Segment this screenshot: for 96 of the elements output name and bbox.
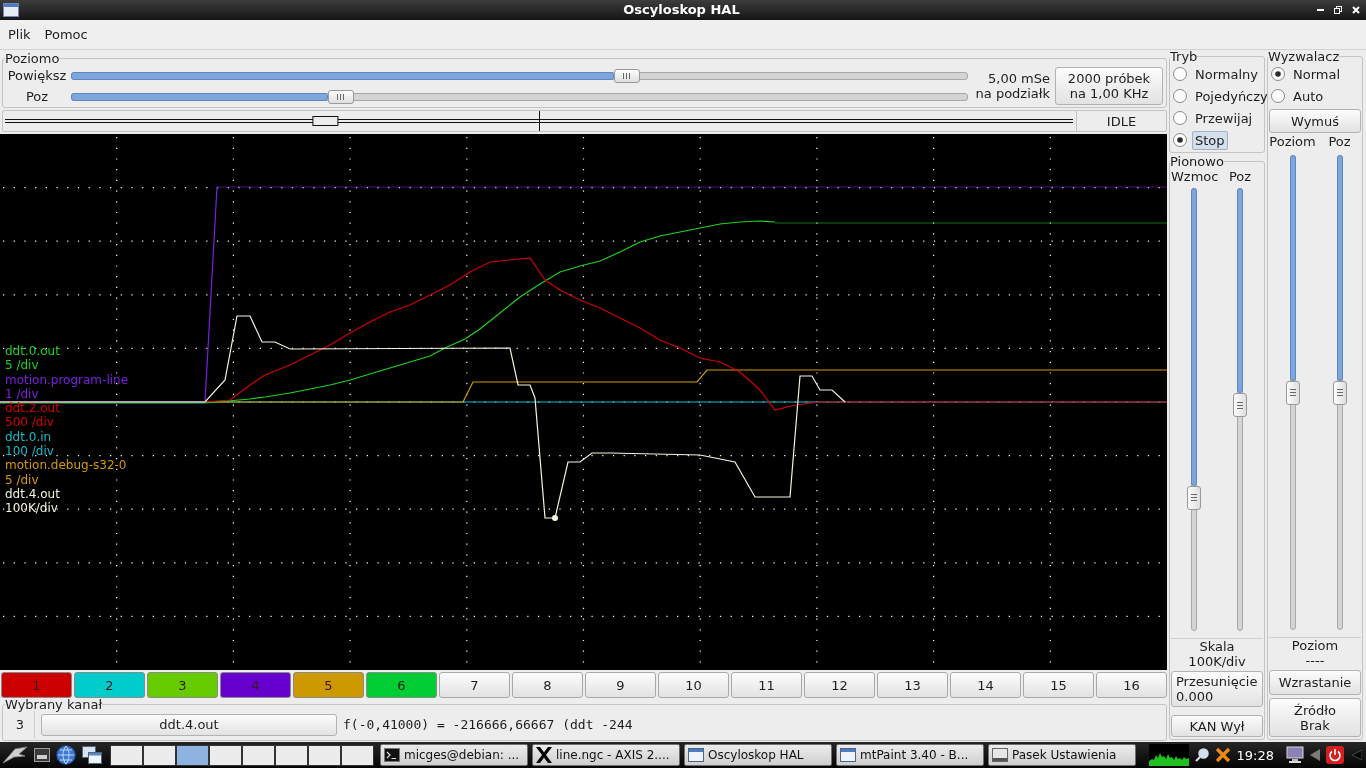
group-title: Tryb xyxy=(1170,50,1198,63)
radio-label[interactable]: Normal xyxy=(1290,64,1344,84)
radio-label[interactable]: Pojedyńczy xyxy=(1192,86,1271,106)
search-icon[interactable] xyxy=(1194,748,1209,762)
channel-off-button[interactable]: KAN Wył xyxy=(1171,715,1263,737)
power-icon[interactable] xyxy=(1326,746,1344,764)
status-label: IDLE xyxy=(1076,111,1166,131)
workspace-button[interactable] xyxy=(143,744,176,766)
level-label: Poziom xyxy=(1290,638,1340,653)
workspace-button[interactable] xyxy=(176,744,209,766)
desktop-icon[interactable] xyxy=(34,748,50,762)
clock-label: 19:28 xyxy=(1236,747,1274,763)
channel-button[interactable]: 2 xyxy=(74,672,145,698)
slider-label: Poziom xyxy=(1269,133,1316,149)
channel-button[interactable]: 6 xyxy=(366,672,437,698)
slider-label: Poz xyxy=(1227,168,1253,184)
cross-icon[interactable] xyxy=(1214,747,1231,763)
radio-label[interactable]: Normalny xyxy=(1192,64,1261,84)
window-icon xyxy=(688,748,704,762)
menu-item[interactable]: Pomoc xyxy=(37,27,95,42)
scale-label: na podziałk xyxy=(975,86,1050,101)
channel-button[interactable]: 14 xyxy=(950,672,1021,698)
radio-button[interactable] xyxy=(1173,89,1187,103)
force-button[interactable]: Wymuś xyxy=(1269,109,1361,133)
slider-handle[interactable] xyxy=(1285,380,1300,405)
channel-button[interactable]: 10 xyxy=(658,672,729,698)
channel-button[interactable]: 9 xyxy=(585,672,656,698)
workspace-button[interactable] xyxy=(341,744,374,766)
source-button[interactable]: Źródło Brak xyxy=(1269,698,1361,737)
menu-item[interactable]: Plik xyxy=(1,27,38,42)
channel-button[interactable]: 16 xyxy=(1096,672,1167,698)
slider-handle[interactable] xyxy=(327,89,354,104)
group-title: Wyzwalacz xyxy=(1268,50,1340,63)
workspace-button[interactable] xyxy=(209,744,242,766)
radio-button[interactable] xyxy=(1271,67,1285,81)
slider-handle[interactable] xyxy=(1233,393,1247,418)
radio-label[interactable]: Przewijaj xyxy=(1192,108,1256,128)
monitor-icon[interactable] xyxy=(1286,746,1304,764)
slider-handle[interactable] xyxy=(1332,380,1347,405)
channel-name-button[interactable]: ddt.4.out xyxy=(41,713,337,736)
radio-button[interactable] xyxy=(1173,133,1187,147)
workspace-button[interactable] xyxy=(275,744,308,766)
task-button[interactable]: line.ngc - AXIS 2.... xyxy=(532,744,680,766)
cpu-usage-graph xyxy=(1148,744,1189,766)
task-button[interactable]: Oscyloskop HAL xyxy=(684,744,832,766)
offset-button[interactable]: Przesunięcie 0.000 xyxy=(1171,671,1263,707)
samples-button[interactable]: 2000 próbek na 1,00 KHz xyxy=(1055,67,1163,105)
slider-label: Poz xyxy=(24,89,50,104)
workspace-button[interactable] xyxy=(308,744,341,766)
channel-button[interactable]: 8 xyxy=(512,672,583,698)
task-button[interactable]: mtPaint 3.40 - B... xyxy=(836,744,984,766)
edge-button[interactable]: Wzrastanie xyxy=(1269,670,1361,695)
slider-handle[interactable] xyxy=(613,68,640,83)
value-readout: f(-0,41000) = -216666,66667 (ddt -244 xyxy=(343,717,633,732)
close-icon[interactable] xyxy=(1352,6,1360,14)
task-button[interactable]: micges@debian: ... xyxy=(380,744,528,766)
slider-label: Wzmoc xyxy=(1171,168,1217,184)
menu-icon[interactable] xyxy=(2,745,28,765)
window-icon xyxy=(840,748,856,762)
level-value: ---- xyxy=(1304,653,1326,668)
scale-value: 100K/div xyxy=(1187,654,1247,669)
window-icon xyxy=(3,3,19,17)
radio-label[interactable]: Auto xyxy=(1290,86,1327,106)
globe-icon[interactable] xyxy=(56,745,76,765)
channel-button[interactable]: 12 xyxy=(804,672,875,698)
radio-button[interactable] xyxy=(1173,111,1187,125)
workspace-button[interactable] xyxy=(110,744,143,766)
group-title: Wybrany kanał xyxy=(5,698,103,711)
workspace-button[interactable] xyxy=(242,744,275,766)
group-title: Pionowo xyxy=(1170,155,1224,168)
channel-button[interactable]: 7 xyxy=(439,672,510,698)
channel-number: 3 xyxy=(6,711,35,738)
channel-button[interactable]: 3 xyxy=(147,672,218,698)
slider-handle[interactable] xyxy=(1187,485,1201,510)
maximize-icon[interactable] xyxy=(1334,6,1342,14)
radio-button[interactable] xyxy=(1271,89,1285,103)
terminal-icon xyxy=(384,748,400,762)
group-title: Poziomo xyxy=(5,52,60,65)
slider-label: Powiększ xyxy=(6,68,68,83)
channel-button[interactable]: 15 xyxy=(1023,672,1094,698)
channel-button[interactable]: 11 xyxy=(731,672,802,698)
channel-button[interactable]: 13 xyxy=(877,672,948,698)
x-logo-icon xyxy=(536,747,552,763)
panel-icon xyxy=(992,748,1008,762)
slider-track[interactable] xyxy=(71,92,968,101)
radio-label[interactable]: Stop xyxy=(1192,130,1228,150)
channel-button[interactable]: 5 xyxy=(293,672,364,698)
slider-track[interactable] xyxy=(71,71,968,80)
slider-label: Poz xyxy=(1327,133,1352,149)
window-title: Oscyloskop HAL xyxy=(623,2,740,18)
task-button[interactable]: Pasek Ustawienia xyxy=(988,744,1136,766)
triangle-icon[interactable] xyxy=(1310,749,1320,761)
scale-label: Skala xyxy=(1198,639,1236,654)
scale-label: 5,00 mSe xyxy=(988,71,1050,86)
windows-icon[interactable] xyxy=(82,746,102,764)
radio-button[interactable] xyxy=(1173,67,1187,81)
